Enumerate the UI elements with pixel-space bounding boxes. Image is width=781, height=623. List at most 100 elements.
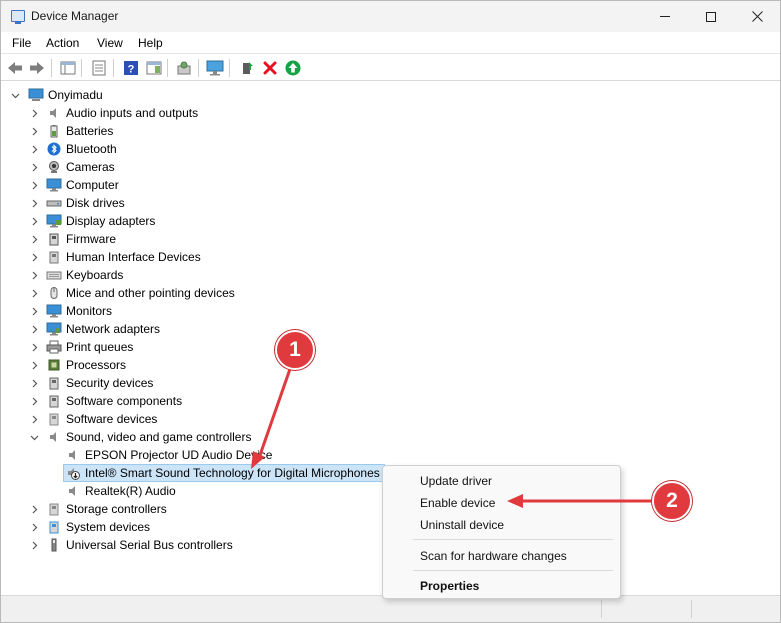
tree-category[interactable]: Processors	[66, 357, 126, 373]
security-device-icon	[46, 375, 62, 391]
properties-button[interactable]	[89, 58, 109, 78]
speaker-icon	[46, 105, 62, 121]
enable-device-button[interactable]	[283, 58, 303, 78]
minimize-button[interactable]	[642, 1, 688, 32]
maximize-icon	[706, 11, 716, 22]
ctx-uninstall-device[interactable]: Uninstall device	[420, 518, 504, 532]
ctx-scan-hardware[interactable]: Scan for hardware changes	[420, 549, 567, 563]
tree-device[interactable]: EPSON Projector UD Audio Device	[85, 447, 272, 463]
forward-button[interactable]	[27, 58, 47, 78]
expand-chevron-right-icon[interactable]	[29, 360, 39, 370]
forward-arrow-icon	[30, 62, 44, 74]
close-button[interactable]	[734, 1, 780, 32]
software-component-icon	[46, 393, 62, 409]
tree-category[interactable]: Mice and other pointing devices	[66, 285, 235, 301]
tree-device[interactable]: Intel® Smart Sound Technology for Digita…	[85, 465, 380, 481]
uninstall-device-button[interactable]	[260, 58, 280, 78]
tree-category[interactable]: Security devices	[66, 375, 153, 391]
processor-icon	[46, 357, 62, 373]
device-manager-app-icon	[11, 10, 25, 24]
expand-chevron-right-icon[interactable]	[29, 234, 39, 244]
tree-category[interactable]: System devices	[66, 519, 150, 535]
status-cell	[691, 600, 692, 618]
tree-category[interactable]: Audio inputs and outputs	[66, 105, 198, 121]
expand-chevron-right-icon[interactable]	[29, 162, 39, 172]
tree-category[interactable]: Display adapters	[66, 213, 155, 229]
expand-chevron-right-icon[interactable]	[29, 324, 39, 334]
tree-category[interactable]: Bluetooth	[66, 141, 117, 157]
ctx-update-driver[interactable]: Update driver	[420, 474, 492, 488]
expand-chevron-right-icon[interactable]	[29, 108, 39, 118]
tree-root-onyimadu[interactable]: Onyimadu	[48, 87, 103, 103]
tree-category[interactable]: Network adapters	[66, 321, 160, 337]
expand-chevron-right-icon[interactable]	[29, 342, 39, 352]
tree-category[interactable]: Sound, video and game controllers	[66, 429, 251, 445]
window-title: Device Manager	[31, 9, 119, 23]
expand-chevron-right-icon[interactable]	[29, 414, 39, 424]
menu-help[interactable]: Help	[138, 36, 163, 50]
expand-chevron-right-icon[interactable]	[29, 540, 39, 550]
tree-category[interactable]: Batteries	[66, 123, 113, 139]
context-menu: Update driver Enable device Uninstall de…	[382, 465, 621, 599]
scan-hardware-icon	[177, 61, 191, 75]
maximize-button[interactable]	[688, 1, 734, 32]
tree-category[interactable]: Keyboards	[66, 267, 123, 283]
speaker-icon	[65, 483, 81, 499]
expand-chevron-right-icon[interactable]	[29, 216, 39, 226]
tree-category[interactable]: Print queues	[66, 339, 133, 355]
tree-category[interactable]: Cameras	[66, 159, 115, 175]
tree-category[interactable]: Disk drives	[66, 195, 125, 211]
tree-category[interactable]: Universal Serial Bus controllers	[66, 537, 233, 553]
ctx-enable-device[interactable]: Enable device	[420, 496, 495, 510]
tree-category[interactable]: Human Interface Devices	[66, 249, 201, 265]
tree-device[interactable]: Realtek(R) Audio	[85, 483, 176, 499]
tree-category[interactable]: Software components	[66, 393, 182, 409]
scan-hardware-button[interactable]	[174, 58, 194, 78]
expand-chevron-right-icon[interactable]	[29, 144, 39, 154]
menu-action[interactable]: Action	[46, 36, 79, 50]
show-hide-tree-button[interactable]	[58, 58, 78, 78]
annotation-badge-1: 1	[275, 330, 315, 370]
update-driver-icon	[243, 62, 253, 74]
expand-chevron-right-icon[interactable]	[29, 198, 39, 208]
expand-chevron-right-icon[interactable]	[29, 288, 39, 298]
help-button[interactable]: ?	[121, 58, 141, 78]
update-driver-button[interactable]	[237, 58, 257, 78]
device-manager-window: Device Manager File Action View Help ? O…	[0, 0, 781, 623]
expand-chevron-down-icon[interactable]	[29, 432, 39, 442]
title-bar: Device Manager	[1, 1, 780, 32]
expand-chevron-right-icon[interactable]	[29, 306, 39, 316]
expand-chevron-down-icon[interactable]	[10, 90, 20, 100]
toolbar: ?	[1, 55, 780, 81]
monitor-icon	[46, 303, 62, 319]
close-icon	[751, 11, 763, 22]
usb-icon	[46, 537, 62, 553]
monitor-button[interactable]	[205, 58, 225, 78]
display-adapter-icon	[46, 213, 62, 229]
ctx-properties[interactable]: Properties	[420, 579, 479, 593]
action-pane-button[interactable]	[144, 58, 164, 78]
tree-category[interactable]: Computer	[66, 177, 119, 193]
menu-file[interactable]: File	[12, 36, 31, 50]
menu-bar: File Action View Help	[1, 32, 780, 54]
expand-chevron-right-icon[interactable]	[29, 378, 39, 388]
back-button[interactable]	[5, 58, 25, 78]
tree-category[interactable]: Firmware	[66, 231, 116, 247]
status-cell	[601, 600, 602, 618]
ctx-separator	[413, 570, 613, 571]
menu-view[interactable]: View	[97, 36, 123, 50]
expand-chevron-right-icon[interactable]	[29, 522, 39, 532]
disabled-device-icon	[65, 465, 81, 481]
storage-controller-icon	[46, 501, 62, 517]
tree-category[interactable]: Monitors	[66, 303, 112, 319]
expand-chevron-right-icon[interactable]	[29, 270, 39, 280]
expand-chevron-right-icon[interactable]	[29, 126, 39, 136]
expand-chevron-right-icon[interactable]	[29, 396, 39, 406]
expand-chevron-right-icon[interactable]	[29, 504, 39, 514]
keyboard-icon	[46, 267, 62, 283]
computer-root-icon	[28, 87, 44, 103]
tree-category[interactable]: Software devices	[66, 411, 157, 427]
expand-chevron-right-icon[interactable]	[29, 180, 39, 190]
expand-chevron-right-icon[interactable]	[29, 252, 39, 262]
tree-category[interactable]: Storage controllers	[66, 501, 167, 517]
